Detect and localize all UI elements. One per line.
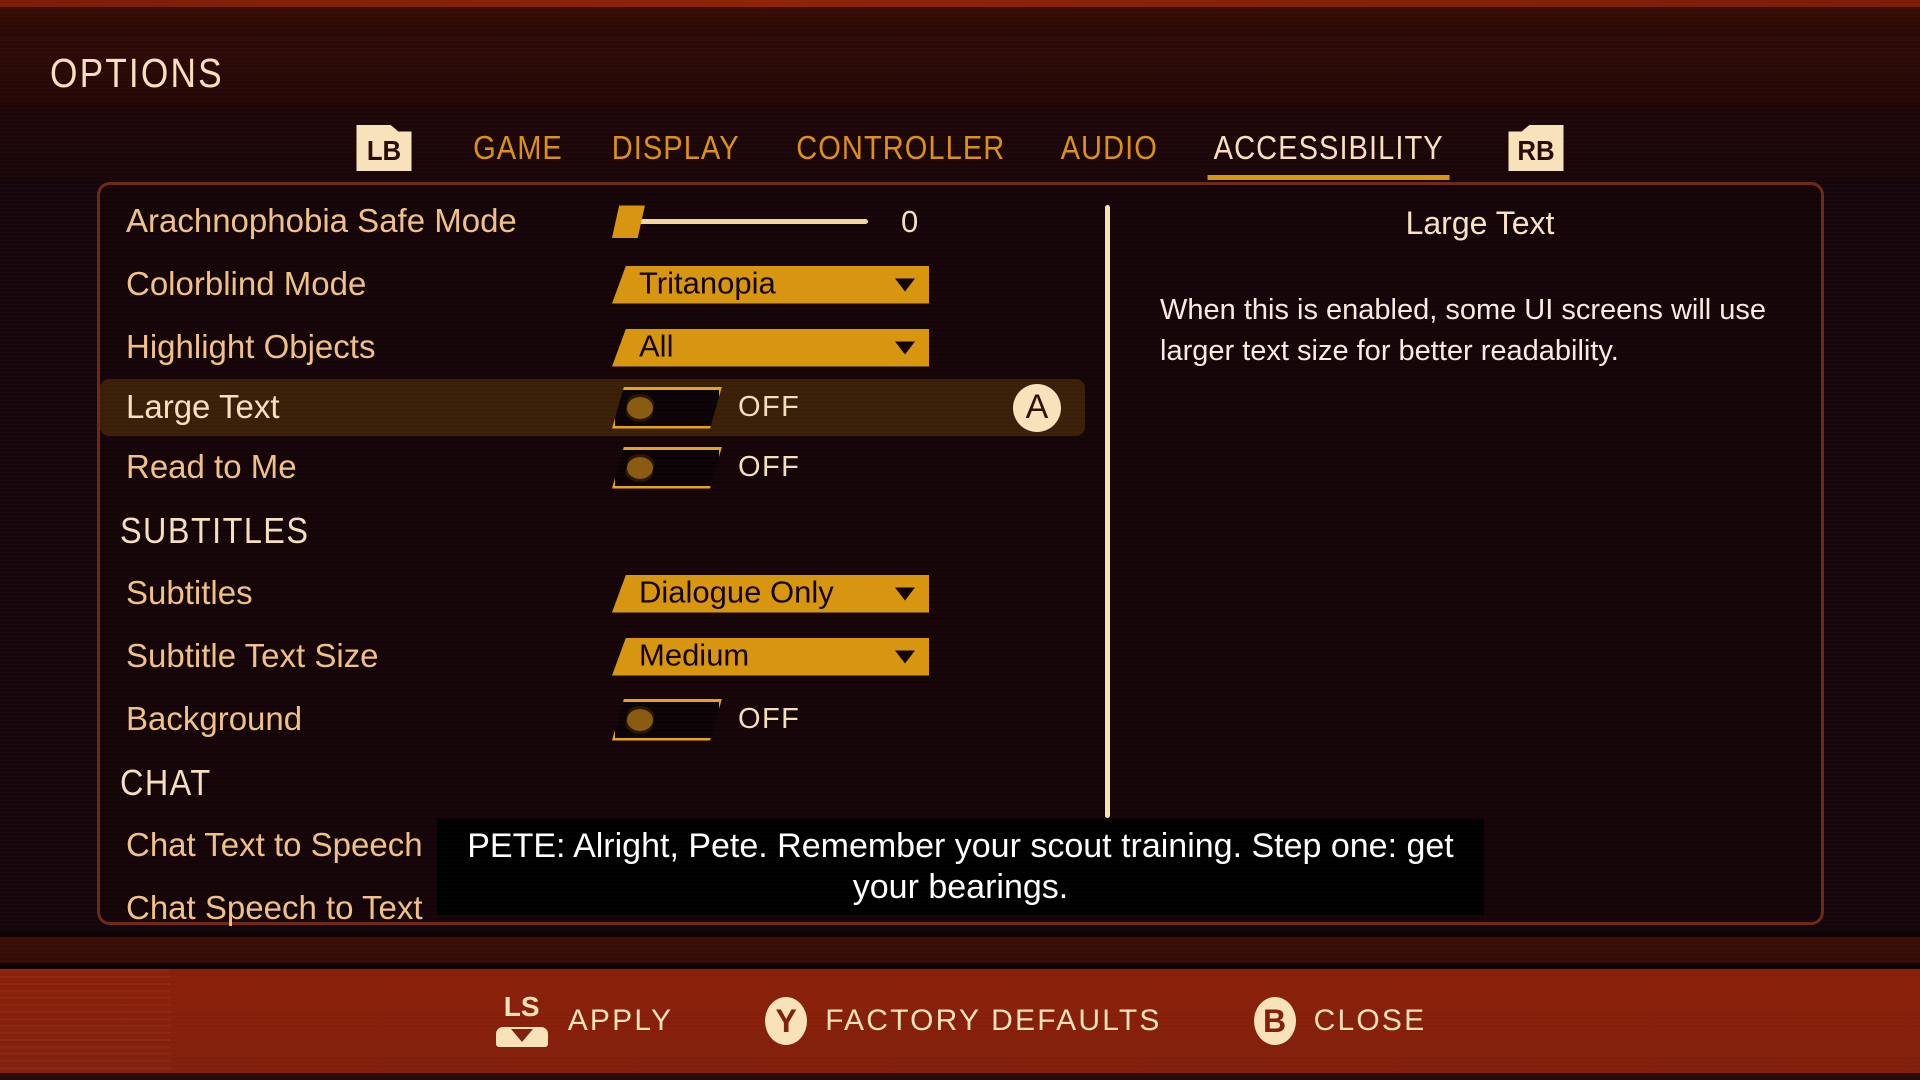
chevron-down-icon (895, 278, 915, 291)
section-label: SUBTITLES (120, 509, 310, 551)
colorblind-mode-dropdown[interactable]: Tritanopia (612, 265, 929, 304)
setting-row-large-text[interactable]: Large Text OFF A (100, 379, 1085, 436)
setting-label: Background (126, 699, 303, 737)
left-stick-down-arrow (510, 1029, 533, 1042)
bottom-shade-band (0, 937, 1920, 963)
subtitle-text-size-dropdown[interactable]: Medium (612, 637, 929, 676)
section-label: CHAT (120, 761, 212, 803)
right-bumper-icon[interactable]: RB (1508, 125, 1564, 171)
subtitle-overlay: PETE: Alright, Pete. Remember your scout… (437, 819, 1484, 915)
toggle-state-label: OFF (738, 451, 801, 483)
setting-label: Large Text (126, 387, 280, 425)
options-screen: OPTIONS LB GAME DISPLAY CONTROLLER AUDIO… (0, 0, 1920, 1080)
description-body: When this is enabled, some UI screens wi… (1160, 294, 1767, 368)
tab-strip: LB GAME DISPLAY CONTROLLER AUDIO ACCESSI… (0, 118, 1920, 180)
top-accent-line (0, 0, 1920, 7)
setting-label: Colorblind Mode (126, 264, 367, 302)
chevron-down-icon (895, 341, 915, 354)
setting-row-background[interactable]: Background OFF (100, 688, 1100, 751)
toggle-knob (624, 706, 656, 734)
b-button-icon: B (1253, 997, 1296, 1045)
right-bumper-label: RB (1517, 135, 1555, 166)
large-text-toggle[interactable] (612, 387, 722, 429)
subtitle-line-2: your bearings. (852, 868, 1069, 906)
setting-control[interactable]: Medium (612, 637, 929, 676)
header-bar-title (0, 37, 1920, 105)
setting-control[interactable]: OFF (612, 699, 800, 741)
left-bumper-icon[interactable]: LB (356, 125, 412, 171)
slider-track (626, 219, 868, 224)
tab-audio[interactable]: AUDIO (1045, 129, 1172, 167)
left-bumper-label: LB (366, 135, 401, 166)
chevron-down-icon (895, 587, 915, 600)
setting-control[interactable]: Dialogue Only (612, 574, 929, 613)
setting-row-read-to-me[interactable]: Read to Me OFF (100, 436, 1100, 499)
setting-label: Chat Speech to Text (126, 888, 423, 926)
highlight-objects-dropdown[interactable]: All (612, 328, 929, 367)
background-toggle[interactable] (612, 699, 722, 741)
toggle-state-label: OFF (738, 703, 801, 735)
tab-accessibility[interactable]: ACCESSIBILITY (1199, 129, 1459, 180)
tab-game[interactable]: GAME (458, 129, 578, 167)
tab-display[interactable]: DISPLAY (596, 129, 754, 167)
subtitle-line-1: PETE: Alright, Pete. Remember your scout… (467, 826, 1454, 865)
page-title: OPTIONS (50, 50, 224, 96)
action-close[interactable]: B CLOSE (1253, 997, 1427, 1045)
dropdown-value: All (639, 328, 674, 364)
setting-control[interactable]: Tritanopia (612, 265, 929, 304)
toggle-knob (624, 454, 656, 482)
a-button-icon[interactable]: A (1013, 383, 1061, 432)
setting-label: Subtitles (126, 573, 253, 611)
tab-controller[interactable]: CONTROLLER (781, 129, 1020, 167)
read-to-me-toggle[interactable] (612, 447, 722, 489)
panel-divider (1105, 205, 1110, 818)
chevron-down-icon (895, 650, 915, 663)
subtitles-dropdown[interactable]: Dialogue Only (612, 574, 929, 613)
setting-control[interactable]: OFF (612, 447, 800, 489)
setting-control[interactable]: 0 (612, 204, 918, 240)
setting-row-colorblind-mode[interactable]: Colorblind Mode Tritanopia (100, 253, 1100, 316)
setting-label: Chat Text to Speech (126, 825, 423, 863)
description-title: Large Text (1405, 205, 1555, 241)
action-bar: LS APPLY Y FACTORY DEFAULTS B CLOSE (0, 969, 1920, 1073)
setting-label: Read to Me (126, 447, 297, 485)
dropdown-value: Dialogue Only (639, 574, 834, 610)
setting-label: Arachnophobia Safe Mode (126, 201, 517, 239)
arachnophobia-slider[interactable] (612, 204, 868, 240)
bottom-accent-line (0, 1073, 1920, 1080)
action-label-close: CLOSE (1313, 1004, 1427, 1037)
toggle-state-label: OFF (738, 391, 801, 423)
left-stick-label: LS (503, 991, 540, 1022)
setting-label: Highlight Objects (126, 327, 376, 365)
action-apply[interactable]: LS APPLY (494, 991, 674, 1049)
description-panel: Large Text When this is enabled, some UI… (1160, 205, 1800, 372)
setting-row-subtitles[interactable]: Subtitles Dialogue Only (100, 562, 1100, 625)
section-header-subtitles: SUBTITLES (100, 499, 1100, 562)
slider-value: 0 (901, 203, 919, 239)
setting-row-arachnophobia-safe-mode[interactable]: Arachnophobia Safe Mode 0 (100, 190, 1100, 253)
setting-label: Subtitle Text Size (126, 636, 379, 674)
setting-row-subtitle-text-size[interactable]: Subtitle Text Size Medium (100, 625, 1100, 688)
header-bar-upper (0, 7, 1920, 37)
dropdown-value: Tritanopia (639, 265, 776, 301)
action-label-factory-defaults: FACTORY DEFAULTS (825, 1004, 1162, 1037)
y-button-icon: Y (765, 997, 808, 1045)
section-header-chat: CHAT (100, 751, 1100, 814)
left-stick-icon: LS (494, 991, 550, 1049)
action-label-apply: APPLY (567, 1004, 674, 1037)
slider-handle[interactable] (612, 205, 645, 238)
action-factory-defaults[interactable]: Y FACTORY DEFAULTS (765, 997, 1161, 1045)
setting-control[interactable]: OFF (612, 387, 800, 429)
dropdown-value: Medium (639, 637, 750, 673)
setting-row-highlight-objects[interactable]: Highlight Objects All (100, 316, 1100, 379)
toggle-knob (624, 394, 656, 422)
setting-control[interactable]: All (612, 328, 929, 367)
